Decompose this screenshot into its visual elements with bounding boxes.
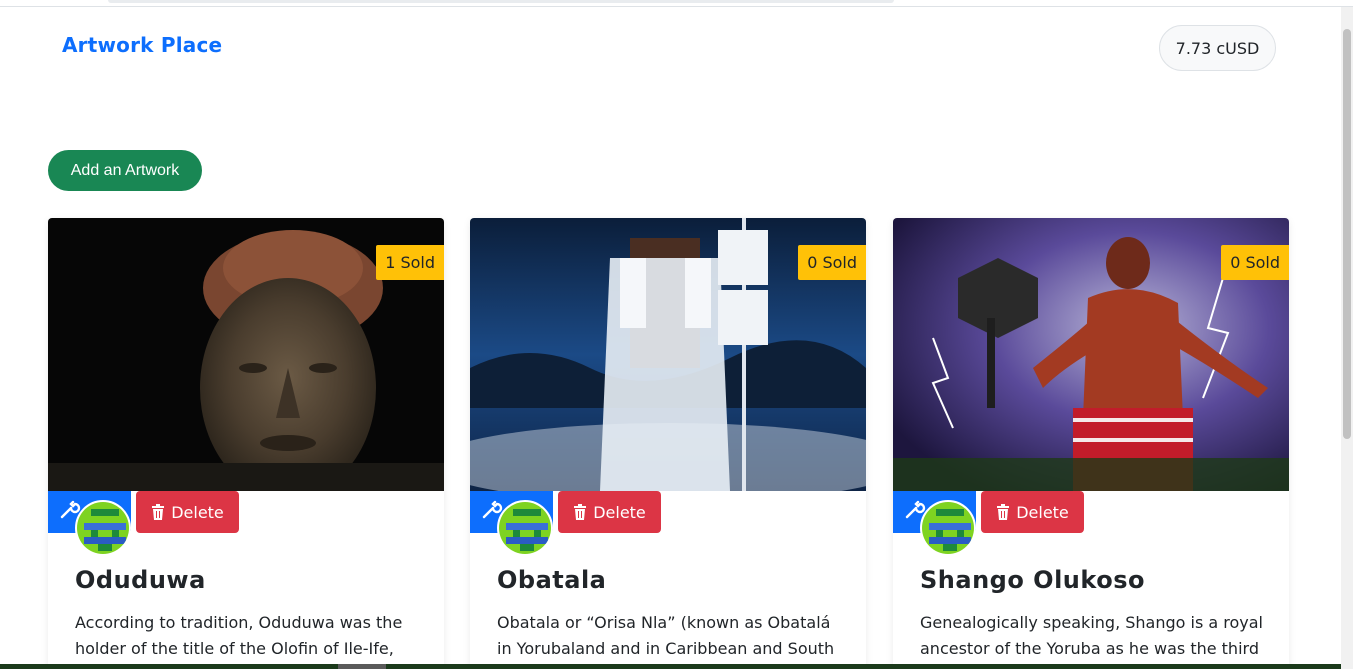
delete-button[interactable]: Delete: [558, 491, 661, 533]
delete-label: Delete: [593, 502, 646, 522]
balance-badge: 7.73 cUSD: [1159, 25, 1276, 71]
artwork-title: Oduduwa: [75, 566, 206, 594]
trash-icon: [574, 504, 587, 520]
artwork-image: 1 Sold: [48, 218, 444, 491]
sold-badge: 0 Sold: [1221, 245, 1289, 280]
avatar: [497, 500, 553, 556]
trash-icon: [152, 504, 165, 520]
avatar: [920, 500, 976, 556]
delete-label: Delete: [1016, 502, 1069, 522]
avatar: [75, 500, 131, 556]
artwork-title: Shango Olukoso: [920, 566, 1145, 594]
artwork-card: 0 Sold Delete Obatala Obatala or “Orisa …: [470, 218, 866, 669]
artwork-image: 0 Sold: [893, 218, 1289, 491]
add-artwork-button[interactable]: Add an Artwork: [48, 150, 202, 191]
brand-title[interactable]: Artwork Place: [62, 33, 222, 57]
page-scrollbar[interactable]: [1341, 7, 1353, 669]
delete-label: Delete: [171, 502, 224, 522]
trash-icon: [997, 504, 1010, 520]
artwork-description: According to tradition, Oduduwa was the …: [75, 613, 403, 658]
artwork-title: Obatala: [497, 566, 607, 594]
artwork-card: 0 Sold Delete Shango Olukoso Genealogica…: [893, 218, 1289, 669]
sold-badge: 0 Sold: [798, 245, 866, 280]
delete-button[interactable]: Delete: [136, 491, 239, 533]
artwork-description: Genealogically speaking, Shango is a roy…: [920, 613, 1263, 658]
scrollbar-thumb[interactable]: [1343, 29, 1351, 439]
browser-top-strip: [0, 0, 1353, 7]
taskbar-segment: [338, 664, 386, 669]
artwork-description: Obatala or “Orisa Nla” (known as Obatalá…: [497, 613, 835, 658]
delete-button[interactable]: Delete: [981, 491, 1084, 533]
taskbar-strip: [0, 664, 1341, 669]
artwork-card: 1 Sold Delete Oduduwa According to tradi…: [48, 218, 444, 669]
sold-badge: 1 Sold: [376, 245, 444, 280]
artwork-image: 0 Sold: [470, 218, 866, 491]
browser-tab-bar: [108, 0, 894, 3]
